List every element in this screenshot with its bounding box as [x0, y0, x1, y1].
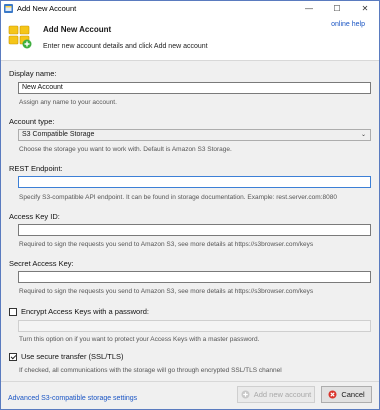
window-title: Add New Account — [17, 3, 77, 13]
display-name-label: Display name: — [9, 69, 57, 78]
rest-endpoint-hint: Specify S3-compatible API endpoint. It c… — [19, 194, 337, 201]
ssl-label: Use secure transfer (SSL/TLS) — [21, 352, 124, 361]
header-subtitle: Enter new account details and click Add … — [43, 43, 208, 50]
account-type-hint: Choose the storage you want to work with… — [19, 146, 232, 153]
secret-key-label: Secret Access Key: — [9, 259, 74, 268]
ssl-checkbox[interactable] — [9, 353, 17, 361]
cancel-icon — [328, 390, 337, 399]
ssl-hint: If checked, all communications with the … — [19, 367, 282, 374]
account-type-value: S3 Compatible Storage — [22, 131, 95, 138]
rest-endpoint-label: REST Endpoint: — [9, 164, 63, 173]
add-account-dialog: Add New Account — ☐ ✕ Add New Account En… — [0, 0, 380, 410]
display-name-hint: Assign any name to your account. — [19, 99, 117, 106]
display-name-input[interactable]: New Account — [18, 82, 371, 94]
encrypt-keys-checkbox[interactable] — [9, 308, 17, 316]
add-account-icon — [241, 390, 250, 399]
close-button[interactable]: ✕ — [351, 1, 379, 15]
encrypt-password-input[interactable] — [18, 320, 371, 332]
access-key-input[interactable] — [18, 224, 371, 236]
add-account-label: Add new account — [253, 390, 312, 399]
footer-divider — [1, 381, 379, 382]
add-account-button[interactable]: Add new account — [237, 386, 315, 403]
app-icon — [4, 3, 13, 13]
secret-key-hint: Required to sign the requests you send t… — [19, 288, 314, 295]
dialog-header: Add New Account Enter new account detail… — [1, 15, 379, 61]
online-help-link[interactable]: online help — [331, 21, 365, 28]
secret-key-input[interactable] — [18, 271, 371, 283]
buckets-logo-icon — [8, 25, 32, 49]
header-title: Add New Account — [43, 25, 112, 34]
maximize-button[interactable]: ☐ — [323, 1, 351, 15]
encrypt-keys-label: Encrypt Access Keys with a password: — [21, 307, 149, 316]
rest-endpoint-input[interactable] — [18, 176, 371, 188]
advanced-settings-link[interactable]: Advanced S3-compatible storage settings — [8, 395, 137, 402]
minimize-button[interactable]: — — [295, 1, 323, 15]
cancel-label: Cancel — [341, 390, 365, 399]
encrypt-keys-hint: Turn this option on if you want to prote… — [19, 336, 260, 343]
access-key-label: Access Key ID: — [9, 212, 60, 221]
cancel-button[interactable]: Cancel — [321, 386, 372, 403]
access-key-hint: Required to sign the requests you send t… — [19, 241, 314, 248]
chevron-down-icon: ⌄ — [360, 132, 366, 138]
title-bar: Add New Account — ☐ ✕ — [1, 1, 379, 15]
account-type-label: Account type: — [9, 117, 55, 126]
account-type-select[interactable]: S3 Compatible Storage ⌄ — [18, 129, 371, 141]
window-controls: — ☐ ✕ — [295, 1, 379, 15]
